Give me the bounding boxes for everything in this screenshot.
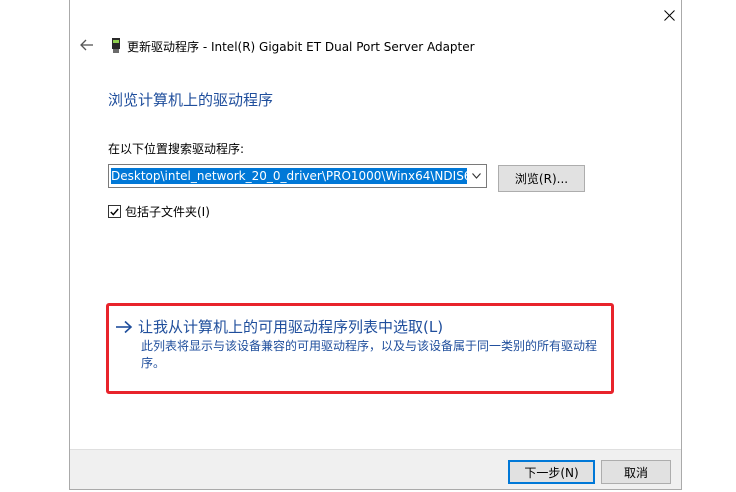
pick-from-list-description: 此列表将显示与该设备兼容的可用驱动程序，以及与该设备属于同一类别的所有驱动程序。 [141, 339, 598, 370]
back-arrow-icon [80, 39, 93, 51]
include-subfolders-checkbox[interactable] [108, 205, 121, 218]
network-adapter-icon [112, 38, 120, 53]
right-arrow-icon [115, 319, 135, 335]
dialog-footer: 下一步(N) 取消 [70, 449, 681, 489]
chevron-down-icon [471, 173, 481, 179]
browse-button[interactable]: 浏览(R)... [498, 165, 585, 192]
pick-from-list-link[interactable]: 让我从计算机上的可用驱动程序列表中选取(L) [115, 316, 443, 337]
include-subfolders-checkbox-row[interactable]: 包括子文件夹(I) [108, 203, 210, 220]
close-icon [663, 9, 675, 21]
cancel-button[interactable]: 取消 [601, 460, 671, 484]
pick-from-list-title[interactable]: 让我从计算机上的可用驱动程序列表中选取(L) [138, 316, 443, 337]
page-heading: 浏览计算机上的驱动程序 [108, 91, 274, 109]
checkmark-icon [110, 208, 119, 216]
driver-path-value[interactable]: Desktop\intel_network_20_0_driver\PRO100… [111, 168, 467, 184]
back-button[interactable] [78, 36, 96, 54]
include-subfolders-label: 包括子文件夹(I) [125, 205, 210, 219]
dropdown-arrow[interactable] [468, 169, 484, 183]
next-button[interactable]: 下一步(N) [508, 460, 595, 484]
window-title: 更新驱动程序 - Intel(R) Gigabit ET Dual Port S… [127, 40, 475, 54]
close-button[interactable] [658, 4, 680, 26]
search-location-label: 在以下位置搜索驱动程序: [108, 142, 245, 156]
update-driver-window: 更新驱动程序 - Intel(R) Gigabit ET Dual Port S… [69, 0, 682, 490]
driver-path-combobox[interactable]: Desktop\intel_network_20_0_driver\PRO100… [108, 164, 487, 188]
